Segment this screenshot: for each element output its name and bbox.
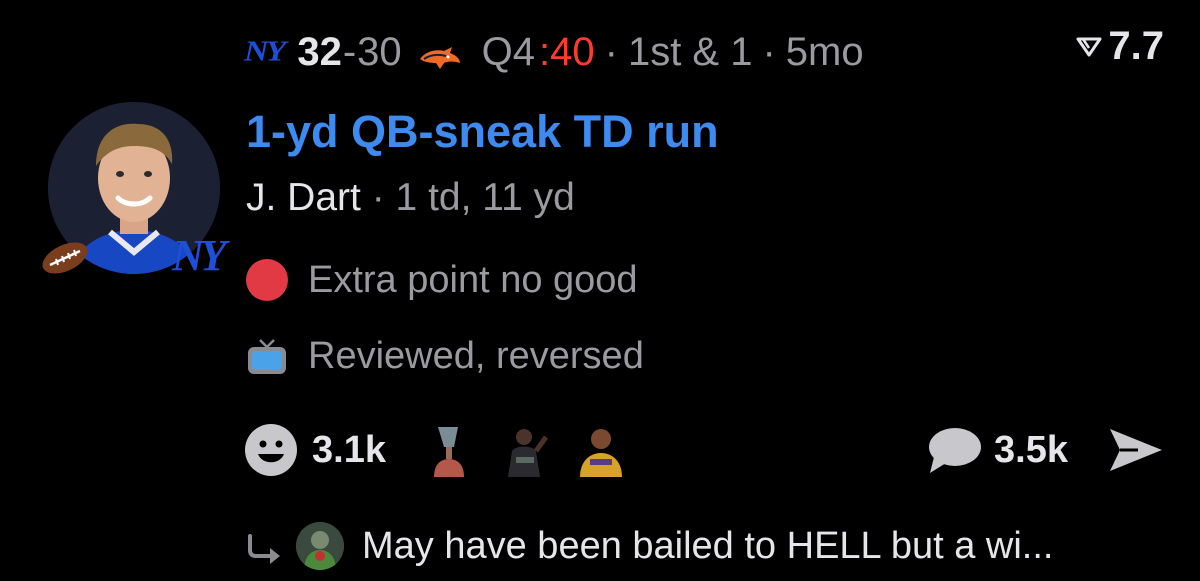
comment-count[interactable]: 3.5k [994,429,1068,472]
post-age: 5mo [785,29,864,74]
away-score: 30 [357,29,402,74]
player-name[interactable]: J. Dart [246,176,361,219]
rating-display[interactable]: 7.7 [1076,24,1164,69]
giants-logo-icon: NY [244,35,286,68]
player-line: J. Dart · 1 td, 11 yd [246,176,575,220]
score-separator: - [342,29,357,74]
comment-icon[interactable] [926,425,982,475]
game-clock: :40 [539,29,595,74]
reactor-avatar-icon[interactable] [576,423,626,477]
smiley-reaction-icon[interactable] [244,423,298,477]
broncos-logo-icon [418,38,462,69]
post-actions: 3.5k [926,420,1164,480]
separator-dot: · [604,29,618,74]
event-review: Reviewed, reversed [246,330,644,382]
tv-icon [246,336,288,376]
quarter: Q4 [481,29,536,74]
reaction-count[interactable]: 3.1k [312,429,386,472]
reply-avatar[interactable] [296,522,344,570]
reply-arrow-icon [246,531,286,564]
down-distance: 1st & 1 [627,29,753,74]
team-badge-icon: NY [172,231,227,280]
football-icon [38,238,92,278]
top-reply[interactable]: May have been bailed to HELL but a wi... [246,518,1053,574]
player-stats: 1 td, 11 yd [395,176,575,219]
event-text: Reviewed, reversed [308,334,644,377]
rating-icon [1076,37,1102,56]
reactor-avatar-icon[interactable] [500,423,550,477]
home-score: 32 [297,29,342,74]
reactions-bar: 3.1k 3.5k [244,420,1164,480]
red-dot-icon [246,259,288,301]
rating-value: 7.7 [1108,24,1164,68]
game-header: NY 32 - 30 Q4 :40 · 1st & 1 · 5mo 7.7 [244,24,1164,80]
separator-dot: · [371,176,385,219]
reply-text: May have been bailed to HELL but a wi... [362,524,1054,567]
event-extra-point: Extra point no good [246,254,638,306]
separator-dot: · [762,29,776,74]
event-text: Extra point no good [308,258,638,301]
reactor-avatar-icon[interactable] [424,423,474,477]
share-send-icon[interactable] [1108,427,1164,473]
play-title[interactable]: 1-yd QB-sneak TD run [246,106,719,158]
